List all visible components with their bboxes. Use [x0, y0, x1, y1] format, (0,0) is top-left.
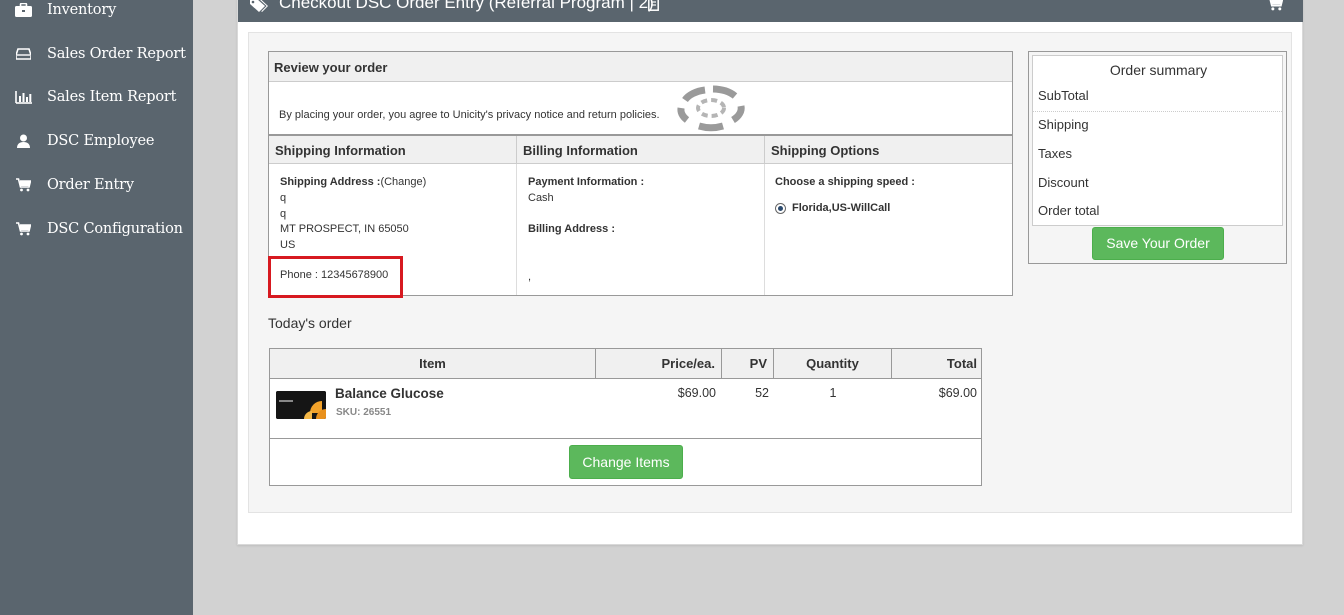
info-columns-header: Shipping Information Billing Information…	[269, 134, 1012, 164]
sidebar-item-label: DSC Employee	[47, 133, 155, 149]
billing-address-value: ,	[528, 271, 532, 283]
product-total: $69.00	[938, 386, 977, 400]
column-billing-information: Billing Information	[517, 136, 765, 164]
column-total: Total	[946, 356, 977, 371]
product-pv: 52	[755, 386, 769, 400]
shipping-address: Shipping Address :(Change) q q MT PROSPE…	[280, 175, 426, 254]
sidebar-item-label: Inventory	[47, 2, 117, 18]
change-items-button[interactable]: Change Items	[569, 445, 683, 479]
summary-discount: Discount	[1038, 175, 1089, 190]
column-shipping-options: Shipping Options	[771, 143, 880, 158]
billing-address: Billing Address :	[528, 222, 615, 238]
summary-shipping: Shipping	[1038, 117, 1089, 132]
panel-header: Checkout DSC Order Entry (Referral Progr…	[238, 0, 1303, 22]
address-line: q	[280, 207, 287, 220]
tags-icon	[250, 0, 268, 18]
billing-information: Payment Information : Cash	[528, 175, 644, 207]
sidebar-item-inventory[interactable]: Inventory	[0, 0, 193, 30]
book-icon[interactable]	[648, 0, 659, 16]
product-name: Balance Glucose	[335, 386, 444, 401]
column-price: Price/ea.	[596, 349, 722, 378]
order-table-header: Item Price/ea. PV Quantity Total	[270, 349, 981, 379]
agreement-text: By placing your order, you agree to Unic…	[279, 109, 660, 121]
product-quantity: 1	[829, 386, 837, 400]
payment-info-label: Payment Information :	[528, 176, 645, 188]
bar-chart-icon	[14, 89, 32, 105]
billing-address-label: Billing Address :	[528, 223, 615, 235]
divider	[1033, 111, 1282, 112]
sidebar-item-sales-order-report[interactable]: Sales Order Report	[0, 34, 193, 74]
sidebar-item-label: DSC Configuration	[47, 221, 183, 237]
column-item: Item	[270, 349, 596, 378]
order-summary: Order summary SubTotal Shipping Taxes Di…	[1032, 55, 1283, 226]
shipping-speed-label: Choose a shipping speed :	[775, 176, 915, 188]
shipping-options: Choose a shipping speed :	[775, 175, 915, 191]
column-divider	[764, 164, 765, 295]
shipping-option-radio[interactable]	[775, 202, 786, 214]
order-summary-title: Order summary	[1109, 62, 1208, 78]
row-divider	[270, 438, 981, 439]
save-order-button[interactable]: Save Your Order	[1092, 227, 1224, 260]
order-table: Item Price/ea. PV Quantity Total Balance…	[269, 348, 982, 486]
sidebar-item-sales-item-report[interactable]: Sales Item Report	[0, 77, 193, 117]
payment-method: Cash	[528, 191, 554, 204]
hdd-icon	[14, 46, 32, 62]
column-divider	[516, 164, 517, 295]
phone-highlight-box	[268, 256, 403, 298]
product-sku: SKU: 26551	[336, 407, 392, 418]
address-line: US	[280, 239, 296, 252]
loading-spinner-icon	[675, 84, 747, 137]
column-pv: PV	[722, 349, 774, 378]
shipping-option-label: Florida,US-WillCall	[792, 202, 891, 214]
user-icon	[14, 133, 32, 149]
sidebar: Inventory Sales Order Report Sales Item …	[0, 0, 193, 615]
cart-icon	[14, 177, 32, 193]
briefcase-icon	[14, 2, 32, 18]
cart-icon	[14, 221, 32, 237]
todays-order-heading: Today's order	[268, 315, 352, 331]
sidebar-item-dsc-configuration[interactable]: DSC Configuration	[0, 209, 193, 249]
column-quantity: Quantity	[774, 349, 892, 378]
address-line: q	[280, 191, 287, 204]
summary-order-total: Order total	[1038, 203, 1100, 218]
column-shipping-information: Shipping Information	[269, 136, 517, 164]
shipping-option-willcall[interactable]: Florida,US-WillCall	[775, 201, 890, 217]
product-price: $69.00	[677, 386, 716, 400]
sidebar-item-label: Sales Order Report	[47, 46, 186, 62]
sidebar-item-label: Sales Item Report	[47, 89, 177, 105]
summary-taxes: Taxes	[1038, 146, 1072, 161]
sidebar-item-dsc-employee[interactable]: DSC Employee	[0, 121, 193, 161]
review-heading: Review your order	[269, 52, 1012, 82]
shipping-address-label: Shipping Address :	[280, 176, 381, 188]
product-image	[276, 391, 326, 419]
summary-subtotal: SubTotal	[1038, 88, 1089, 103]
cart-icon[interactable]	[1267, 0, 1284, 16]
sidebar-item-order-entry[interactable]: Order Entry	[0, 165, 193, 205]
change-address-link[interactable]: (Change)	[380, 176, 426, 188]
sidebar-item-label: Order Entry	[47, 177, 134, 193]
page-title: Checkout DSC Order Entry (Referral Progr…	[279, 0, 654, 12]
address-line: MT PROSPECT, IN 65050	[280, 223, 409, 236]
